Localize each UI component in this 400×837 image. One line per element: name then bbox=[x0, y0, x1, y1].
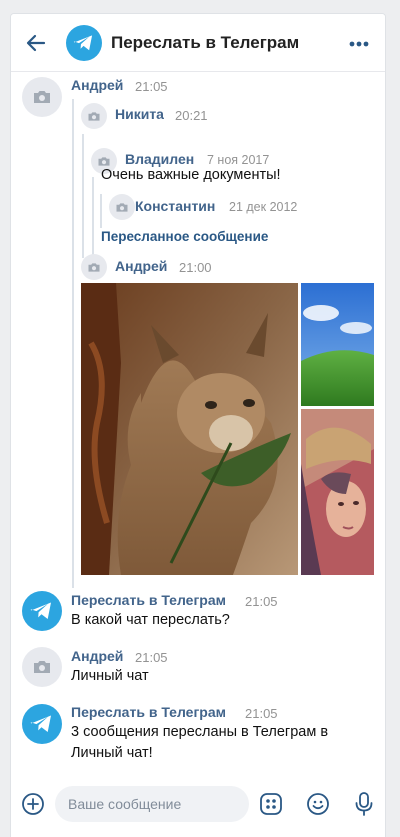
caracal-photo[interactable] bbox=[81, 283, 298, 575]
message-time: 21:05 bbox=[245, 706, 278, 721]
chat-title: Переслать в Телеграм bbox=[111, 33, 300, 52]
message-author[interactable]: Переслать в Телеграм bbox=[71, 704, 226, 720]
message-text: Личный чат! bbox=[71, 745, 153, 761]
forward-bar bbox=[82, 134, 84, 258]
forward-author[interactable]: Андрей bbox=[115, 258, 167, 274]
plus-circle-icon[interactable] bbox=[21, 792, 45, 816]
forward-bar bbox=[72, 282, 74, 588]
camera-icon bbox=[34, 91, 50, 103]
message-input[interactable] bbox=[55, 786, 249, 822]
windows-bliss-photo[interactable] bbox=[301, 283, 374, 406]
avatar[interactable] bbox=[81, 103, 107, 129]
telegram-icon[interactable] bbox=[22, 591, 62, 631]
message-author[interactable]: Переслать в Телеграм bbox=[71, 592, 226, 608]
forward-bar bbox=[92, 177, 94, 258]
message-author[interactable]: Андрей bbox=[71, 648, 123, 664]
chat-header: Переслать в Телеграм bbox=[11, 14, 385, 72]
keyboard-bot-icon[interactable] bbox=[259, 792, 283, 816]
avatar[interactable] bbox=[109, 194, 135, 220]
forward-author[interactable]: Константин bbox=[135, 198, 215, 214]
message-text: 3 сообщения пересланы в Телеграм в bbox=[71, 724, 329, 740]
forward-time: 21 дек 2012 bbox=[229, 200, 298, 214]
avatar[interactable] bbox=[22, 77, 62, 117]
camera-icon bbox=[34, 661, 50, 673]
microphone-icon[interactable] bbox=[352, 791, 376, 817]
forward-author[interactable]: Никита bbox=[115, 106, 164, 122]
telegram-icon[interactable] bbox=[22, 704, 62, 744]
arrow-left-icon[interactable] bbox=[24, 31, 48, 55]
message-author[interactable]: Андрей bbox=[71, 77, 123, 93]
more-dots-icon[interactable] bbox=[349, 41, 369, 47]
camera-icon bbox=[88, 262, 100, 272]
message-text: Очень важные документы! bbox=[101, 167, 281, 183]
forward-bar bbox=[100, 194, 102, 228]
forward-time: 21:00 bbox=[179, 260, 212, 275]
telegram-icon[interactable] bbox=[66, 25, 102, 61]
chat-window: Переслать в Телеграм Андрей 21:05 Никита… bbox=[10, 13, 386, 837]
message-time: 21:05 bbox=[135, 650, 168, 665]
camera-icon bbox=[116, 202, 128, 212]
smile-icon[interactable] bbox=[306, 792, 330, 816]
composer bbox=[11, 782, 385, 837]
lena-portrait-photo[interactable] bbox=[301, 409, 374, 575]
message-time: 21:05 bbox=[245, 594, 278, 609]
avatar[interactable] bbox=[81, 254, 107, 280]
forwarded-message-link[interactable]: Пересланное сообщение bbox=[101, 229, 268, 244]
forward-time: 20:21 bbox=[175, 108, 208, 123]
message-time: 21:05 bbox=[135, 79, 168, 94]
camera-icon bbox=[88, 111, 100, 121]
message-text: Личный чат bbox=[71, 668, 149, 684]
avatar[interactable] bbox=[22, 647, 62, 687]
message-text: В какой чат переслать? bbox=[71, 612, 230, 628]
